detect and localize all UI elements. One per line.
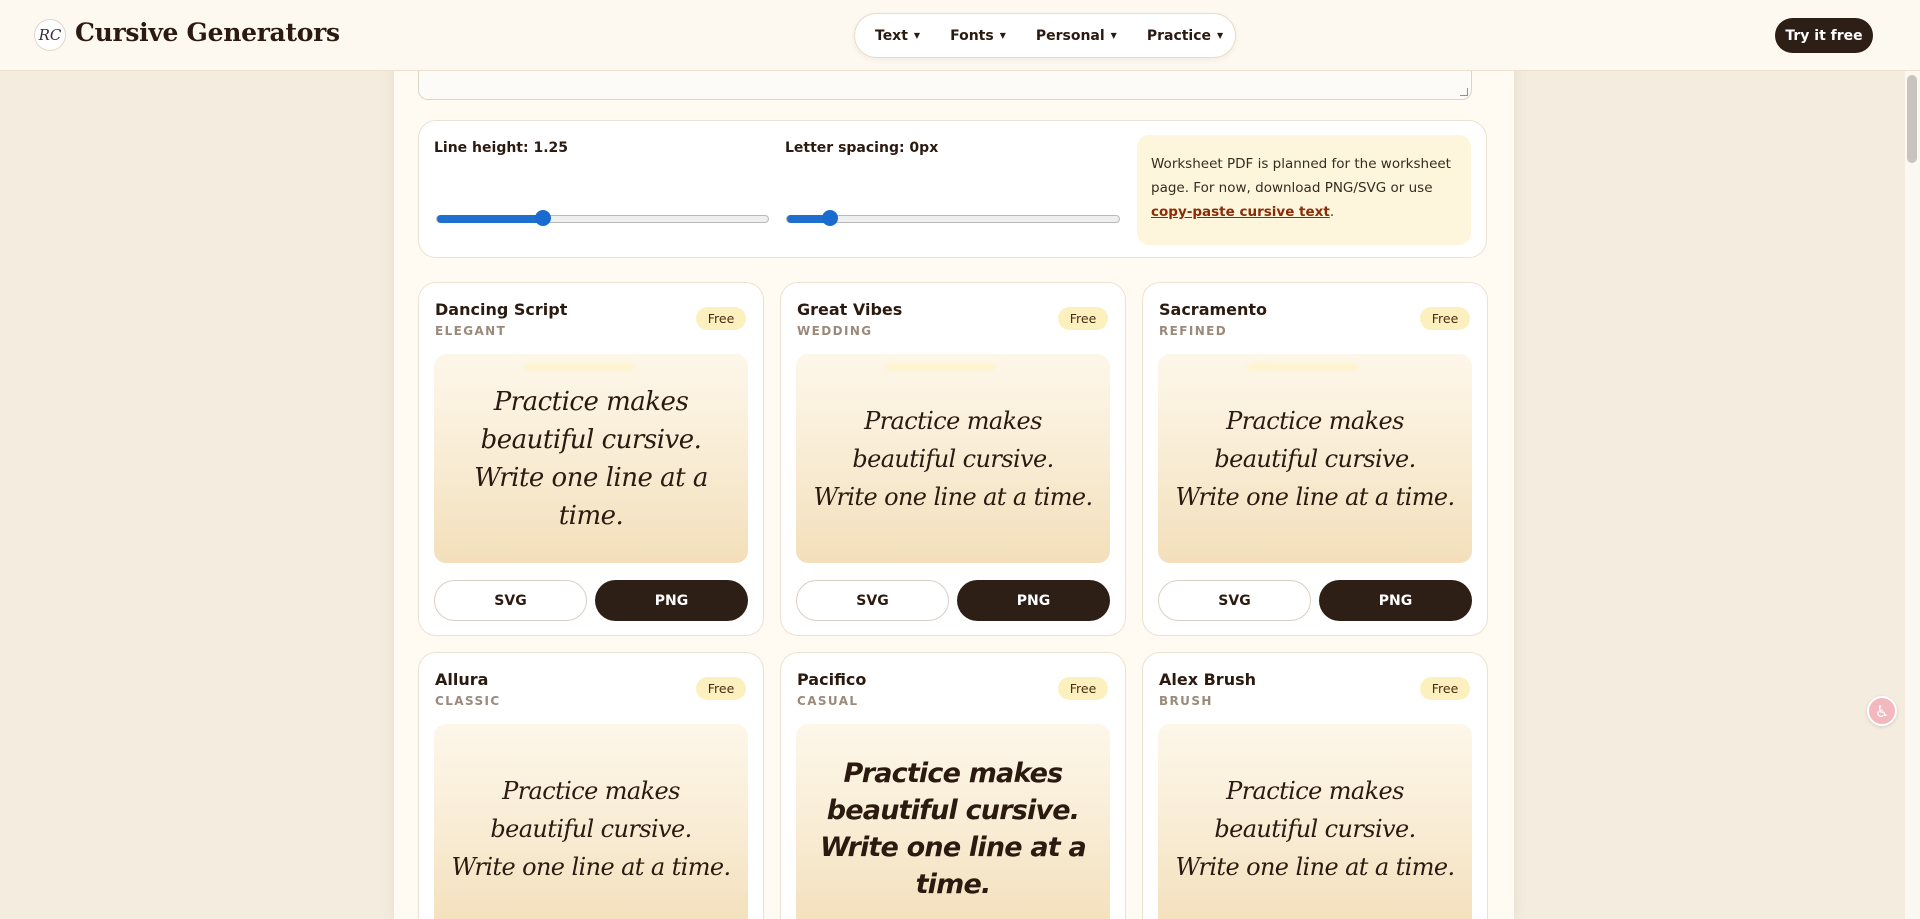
font-card: Pacifico CASUAL Free Practice makes beau… [780,652,1126,919]
free-badge: Free [1420,677,1470,700]
chevron-down-icon: ▼ [1217,31,1224,40]
try-it-free-button[interactable]: Try it free [1775,18,1873,53]
font-name: Alex Brush [1159,670,1256,689]
worksheet-note: Worksheet PDF is planned for the workshe… [1137,135,1471,245]
line-height-label: Line height: 1.25 [434,140,569,156]
download-png-button[interactable]: PNG [595,580,748,621]
font-style: REFINED [1159,324,1228,338]
font-preview: Practice makes beautiful cursive. Write o… [434,724,748,919]
nav-label: Practice [1146,27,1212,44]
chevron-down-icon: ▼ [913,31,921,40]
slider-fill [437,215,543,223]
letter-spacing-label: Letter spacing: 0px [785,140,939,156]
download-svg-button[interactable]: SVG [796,580,949,621]
preview-line: Practice makes beautiful cursive. [1214,776,1416,843]
preview-text: Practice makes beautiful cursive. Write o… [448,383,734,535]
font-card: Great Vibes WEDDING Free Practice makes … [780,282,1126,636]
download-svg-button[interactable]: SVG [434,580,587,621]
free-badge: Free [696,307,746,330]
download-png-button[interactable]: PNG [957,580,1110,621]
main-nav: Text ▼ Fonts ▼ Personal ▼ Practice ▼ [854,13,1236,58]
download-png-button[interactable]: PNG [1319,580,1472,621]
font-style: CASUAL [797,694,859,708]
letter-spacing-slider[interactable] [786,210,1120,226]
font-style: BRUSH [1159,694,1213,708]
free-badge: Free [1058,307,1108,330]
nav-personal[interactable]: Personal ▼ [1036,28,1117,44]
preview-text: Practice makes beautiful cursive. Write o… [448,772,734,886]
font-preview: Practice makes beautiful cursive. Write o… [434,354,748,563]
preview-line: Practice makes beautiful cursive. [826,757,1080,826]
slider-thumb[interactable] [822,210,838,226]
preview-line: Write one line at a time. [1175,482,1455,511]
note-text: Worksheet PDF is planned for the workshe… [1151,156,1451,196]
font-name: Dancing Script [435,300,568,319]
free-badge: Free [1058,677,1108,700]
preview-line: Practice makes beautiful cursive. [490,776,692,843]
preview-line: Write one line at a time. [813,482,1093,511]
download-svg-button[interactable]: SVG [1158,580,1311,621]
font-preview: Practice makes beautiful cursive. Write o… [1158,354,1472,563]
style-controls: Line height: 1.25 Letter spacing: 0px Wo… [418,120,1487,258]
copy-paste-link[interactable]: copy-paste cursive text [1151,204,1330,220]
accessibility-icon[interactable]: ♿ [1867,696,1897,726]
preview-line: Practice makes beautiful cursive. [480,386,702,455]
free-badge: Free [1420,307,1470,330]
page-scrollbar[interactable] [1905,71,1920,919]
chevron-down-icon: ▼ [999,31,1006,40]
preview-line: Write one line at a time. [820,831,1087,900]
nav-fonts[interactable]: Fonts ▼ [950,28,1006,44]
preview-line: Practice makes beautiful cursive. [1214,406,1416,473]
preview-text: Practice makes beautiful cursive. Write o… [1172,402,1458,516]
line-height-slider[interactable] [436,210,769,226]
preview-text: Practice makes beautiful cursive. Write o… [810,755,1096,903]
nav-label: Personal [1035,27,1105,44]
nav-practice[interactable]: Practice ▼ [1147,28,1223,44]
font-card: Dancing Script ELEGANT Free Practice mak… [418,282,764,636]
font-style: ELEGANT [435,324,507,338]
note-end: . [1329,204,1335,220]
font-name: Great Vibes [797,300,903,319]
preview-line: Practice makes beautiful cursive. [852,406,1054,473]
resize-handle[interactable] [1460,88,1468,96]
font-name: Allura [435,670,489,689]
font-preview: Practice makes beautiful cursive. Write o… [1158,724,1472,919]
site-header: RC Cursive Generators Text ▼ Fonts ▼ Perso… [0,0,1920,71]
font-preview: Practice makes beautiful cursive. Write o… [796,724,1110,919]
preview-line: Write one line at a time. [1175,852,1455,881]
font-name: Sacramento [1159,300,1268,319]
scrollbar-thumb[interactable] [1907,75,1917,163]
preview-text: Practice makes beautiful cursive. Write o… [1172,772,1458,886]
font-card: Allura CLASSIC Free Practice makes beaut… [418,652,764,919]
slider-thumb[interactable] [535,210,551,226]
monogram-logo-icon[interactable]: RC [34,19,66,51]
font-card: Sacramento REFINED Free Practice makes b… [1142,282,1488,636]
font-name: Pacifico [797,670,867,689]
font-style: CLASSIC [435,694,501,708]
preview-line: Write one line at a time. [451,852,731,881]
nav-text[interactable]: Text ▼ [875,28,920,44]
font-card: Alex Brush BRUSH Free Practice makes bea… [1142,652,1488,919]
font-style: WEDDING [797,324,873,338]
chevron-down-icon: ▼ [1110,31,1117,40]
brand-name[interactable]: Cursive Generators [75,18,340,47]
font-preview: Practice makes beautiful cursive. Write o… [796,354,1110,563]
free-badge: Free [696,677,746,700]
preview-line: Write one line at a time. [474,462,708,531]
nav-label: Text [875,27,908,44]
nav-label: Fonts [950,27,994,44]
preview-text: Practice makes beautiful cursive. Write o… [810,402,1096,516]
